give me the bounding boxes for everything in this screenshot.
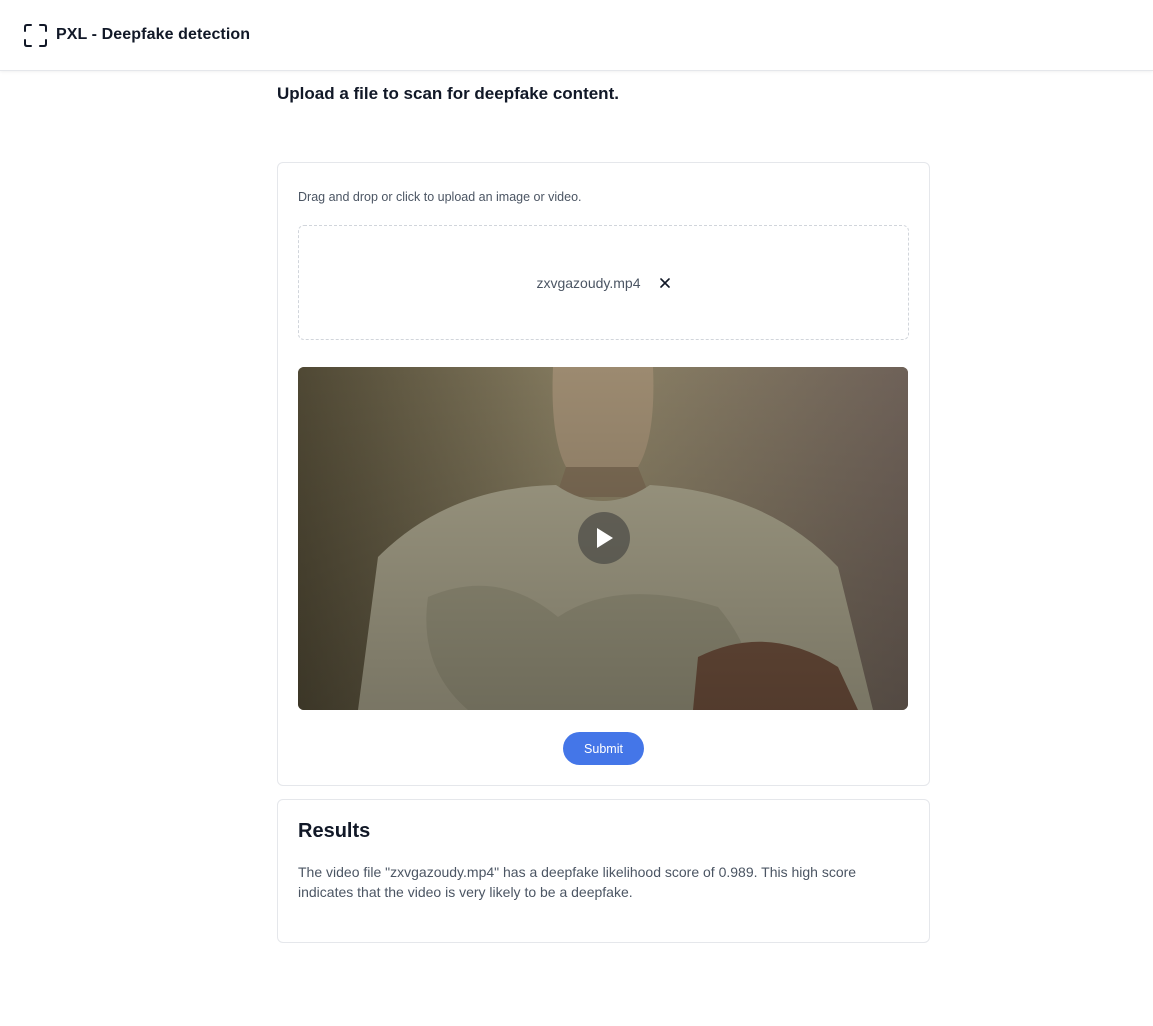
submit-button[interactable]: Submit [563, 732, 644, 765]
uploaded-file-name: zxvgazoudy.mp4 [536, 274, 641, 291]
top-navbar: PXL - Deepfake detection [0, 0, 1153, 71]
app-title: PXL - Deepfake detection [56, 26, 251, 43]
file-dropzone[interactable]: zxvgazoudy.mp4 [298, 225, 909, 340]
results-title: Results [298, 820, 371, 842]
results-card: Results The video file "zxvgazoudy.mp4" … [277, 799, 930, 943]
video-preview[interactable] [298, 367, 908, 710]
page-heading: Upload a file to scan for deepfake conte… [277, 84, 619, 103]
scan-frame-icon [24, 23, 47, 47]
close-icon[interactable] [659, 277, 671, 289]
play-icon[interactable] [578, 512, 630, 564]
upload-card: Drag and drop or click to upload an imag… [277, 162, 930, 786]
upload-hint: Drag and drop or click to upload an imag… [298, 190, 582, 204]
results-text: The video file "zxvgazoudy.mp4" has a de… [298, 864, 857, 900]
